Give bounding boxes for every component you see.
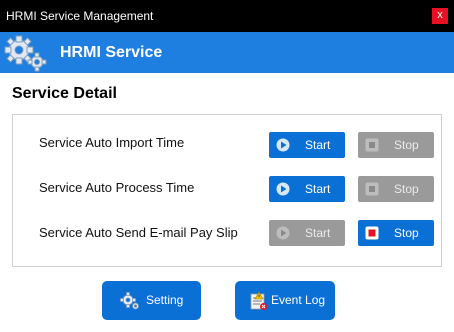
service-label-import: Service Auto Import Time — [39, 135, 185, 150]
stop-icon — [365, 226, 379, 240]
stop-icon — [365, 138, 379, 152]
stop-email-payslip-button[interactable]: Stop — [358, 220, 434, 246]
window-title-bar: HRMI Service Management x — [0, 0, 454, 32]
event-log-button[interactable]: Event Log — [235, 281, 335, 320]
stop-import-button[interactable]: Stop — [358, 132, 434, 158]
stop-process-button[interactable]: Stop — [358, 176, 434, 202]
header-title: HRMI Service — [60, 44, 163, 61]
section-title: Service Detail — [12, 85, 117, 102]
window-title: HRMI Service Management — [6, 9, 154, 23]
settings-gear-icon — [120, 292, 139, 310]
start-label: Start — [305, 226, 331, 240]
start-label: Start — [305, 138, 331, 152]
stop-label: Stop — [394, 226, 419, 240]
play-icon — [276, 138, 290, 152]
stop-label: Stop — [394, 182, 419, 196]
service-label-process: Service Auto Process Time — [39, 180, 195, 195]
setting-button[interactable]: Setting — [102, 281, 201, 320]
close-button[interactable]: x — [432, 8, 448, 24]
stop-icon — [365, 182, 379, 196]
start-email-payslip-button[interactable]: Start — [269, 220, 345, 246]
start-process-button[interactable]: Start — [269, 176, 345, 202]
stop-label: Stop — [394, 138, 419, 152]
start-label: Start — [305, 182, 331, 196]
event-log-icon — [250, 291, 267, 310]
event-log-label: Event Log — [271, 293, 326, 307]
header-banner: HRMI Service — [0, 32, 454, 73]
setting-label: Setting — [146, 293, 184, 307]
play-icon — [276, 182, 290, 196]
play-icon — [276, 226, 290, 240]
start-import-button[interactable]: Start — [269, 132, 345, 158]
gears-icon — [4, 35, 47, 72]
service-label-email-payslip: Service Auto Send E-mail Pay Slip — [39, 225, 238, 240]
service-detail-panel: Service Auto Import Time Start Stop Serv… — [12, 114, 442, 267]
